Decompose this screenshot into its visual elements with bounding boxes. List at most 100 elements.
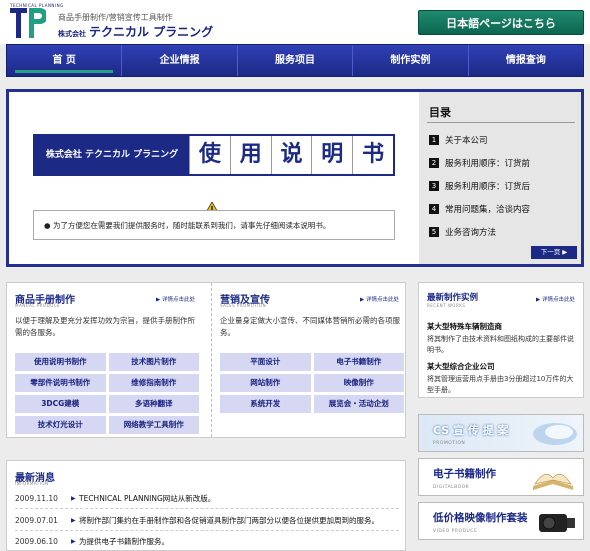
company-logo-icon[interactable] <box>10 8 46 38</box>
service-button-grid: 平面设计 电子书籍制作 网站制作 映像制作 系统开发 展览会・活动企划 <box>220 353 404 413</box>
bullet-icon: ● <box>44 221 53 230</box>
promo-subtitle: PROMOTION <box>433 441 466 446</box>
usage-notice: ● 为了方便您在需要我们提供服务时，随时能联系到我们，请事先仔细阅读本说明书。 <box>33 210 395 240</box>
usage-notice-text: 为了方便您在需要我们提供服务时，随时能联系到我们，请事先仔细阅读本说明书。 <box>52 221 331 230</box>
service-button[interactable]: 维修指南制作 <box>108 374 199 392</box>
toc-number: 3 <box>429 180 439 191</box>
japanese-page-button[interactable]: 日本語ページはこちら <box>418 10 584 35</box>
section-subtitle: RECENT WORKS <box>427 303 466 308</box>
arrow-icon: ▶ <box>71 517 76 524</box>
details-link[interactable]: ▶ 详情点击此处 <box>536 295 575 303</box>
toc-number: 5 <box>429 226 439 237</box>
section-description: 企业量身定做大小宣传、不同媒体营销所必需的各项服务。 <box>220 316 400 337</box>
toc-number: 1 <box>429 134 439 145</box>
toc-label: 业务咨询方法 <box>445 227 497 238</box>
service-button[interactable]: 网络教学工具制作 <box>108 416 199 434</box>
service-button[interactable]: 3DCG建模 <box>15 395 106 413</box>
promo-title: 电子书籍制作 <box>433 468 496 480</box>
manual-title-char: 用 <box>229 136 271 174</box>
section-subtitle: MANUAL PRODUCE <box>15 303 61 308</box>
nav-item-inquiry[interactable]: 情报查询 <box>469 45 583 76</box>
company-name-text: テクニカル プラニング <box>89 25 214 39</box>
manual-title: 使 用 说 明 书 <box>189 136 393 174</box>
arrow-icon: ▶ <box>71 495 76 502</box>
promo-title: CS 宣 传 提 案 <box>433 424 509 437</box>
service-button[interactable]: 使用说明书制作 <box>15 353 106 371</box>
work-title: 某大型特殊车辆制造商 <box>427 322 502 331</box>
work-text: 将其管理运营用点手册由3分册超过10万件的大型手册。 <box>427 375 574 394</box>
toc-number: 4 <box>429 203 439 214</box>
service-button[interactable]: 电子书籍制作 <box>313 353 404 371</box>
service-button[interactable]: 系统开发 <box>220 395 311 413</box>
service-button[interactable]: 展览会・活动企划 <box>313 395 404 413</box>
sales-promotion-section: 营销及宣传 SALES PROMOTION ▶ 详情点击此处 企业量身定做大小宣… <box>211 283 407 437</box>
next-page-button[interactable]: 下一页 ▶ <box>531 246 577 259</box>
digital-book-banner[interactable]: 电子书籍制作 DIGITALBOOK <box>418 458 584 496</box>
service-button[interactable]: 零部件说明书制作 <box>15 374 106 392</box>
recent-works-panel: 最新制作实例 RECENT WORKS ▶ 详情点击此处 某大型特殊车辆制造商 … <box>418 282 584 398</box>
nav-item-company[interactable]: 企业情报 <box>122 45 238 76</box>
work-item[interactable]: 某大型综合企业公司 将其管理运营用点手册由3分册超过10万件的大型手册。 <box>427 361 579 396</box>
news-text: 将制作部门集约在手册制作部和各促销道具制作部门两部分以便各位提供更加周到的服务。 <box>79 516 379 525</box>
service-button[interactable]: 平面设计 <box>220 353 311 371</box>
arrow-icon: ▶ <box>71 537 76 545</box>
manual-title-char: 使 <box>189 136 230 174</box>
section-title: 最新制作实例 <box>427 293 479 303</box>
promo-subtitle: VIDEO PRODUCE <box>433 529 478 534</box>
service-button[interactable]: 多语种翻译 <box>108 395 199 413</box>
site-header: TECHNICAL PLANNING 商品手册制作/营销宣传工具制作 株式会社テ… <box>0 0 590 44</box>
toc-label: 服务利用顺序：订货后 <box>445 181 531 192</box>
toc-list: 1 关于本公司 2 服务利用顺序：订货前 3 服务利用顺序：订货后 4 常用问题集，洽谈… <box>429 128 579 243</box>
service-button-grid: 使用说明书制作 技术图片制作 零部件说明书制作 维修指南制作 3DCG建模 多语… <box>15 353 199 434</box>
manual-title-char: 明 <box>311 136 352 174</box>
toc-label: 服务利用顺序：订货前 <box>445 158 531 169</box>
promo-title: 低价格映像制作套装 <box>433 512 528 524</box>
toc-item[interactable]: 4 常用问题集，洽谈内容 <box>429 197 579 220</box>
services-panel: 商品手册制作 MANUAL PRODUCE ▶ 详情点击此处 以便于理解及更充分… <box>6 282 406 438</box>
work-text: 将其制作了由技术资料和图纸构成的主要部件说明书。 <box>427 335 574 354</box>
toc-item[interactable]: 2 服务利用顺序：订货前 <box>429 151 579 174</box>
details-link[interactable]: ▶ 详情点击此处 <box>360 295 399 303</box>
site-tagline: 商品手册制作/营销宣传工具制作 <box>58 13 173 22</box>
toc-title: 目录 <box>429 106 451 119</box>
service-button[interactable]: 映像制作 <box>313 374 404 392</box>
service-button[interactable]: 技术灯光设计 <box>15 416 106 434</box>
manual-company-label: 株式会社 テクニカル プラニング <box>35 136 189 174</box>
toc-item[interactable]: 3 服务利用顺序：订货后 <box>429 174 579 197</box>
toc-label: 常用问题集，洽谈内容 <box>445 204 531 215</box>
details-link[interactable]: ▶ 详情点击此处 <box>156 295 195 303</box>
toc-divider <box>427 122 575 123</box>
manual-cover: 株式会社 テクニカル プラニング 使 用 说 明 书 ● 为了方便您在需要我们提… <box>9 92 419 264</box>
cs-graphic-icon <box>533 423 577 445</box>
news-panel: 最新消息 INFORMATION 2009.11.10 ▶ TECHNICAL … <box>6 460 406 551</box>
news-date: 2009.07.01 <box>15 516 58 525</box>
service-button[interactable]: 网站制作 <box>220 374 311 392</box>
section-subtitle: SALES PROMOTION <box>220 303 267 308</box>
hero-panel: 株式会社 テクニカル プラニング 使 用 说 明 书 ● 为了方便您在需要我们提… <box>6 89 584 267</box>
company-prefix: 株式会社 <box>58 30 86 38</box>
company-name[interactable]: 株式会社 テクニカル プラニング <box>58 23 213 40</box>
toc-item[interactable]: 1 关于本公司 <box>429 128 579 151</box>
nav-item-home[interactable]: 首 页 <box>7 45 123 76</box>
news-item[interactable]: 2009.11.10 ▶ TECHNICAL PLANNING网站从新改版。 <box>15 489 399 509</box>
promo-subtitle: DIGITALBOOK <box>433 485 470 490</box>
toc-item[interactable]: 5 业务咨询方法 <box>429 220 579 243</box>
table-of-contents: 目录 1 关于本公司 2 服务利用顺序：订货前 3 服务利用顺序：订货后 4 常用问题集… <box>419 92 581 264</box>
news-date: 2009.06.10 <box>15 536 58 546</box>
work-title: 某大型综合企业公司 <box>427 362 495 371</box>
service-button[interactable]: 技术图片制作 <box>108 353 199 371</box>
cs-promotion-banner[interactable]: CS 宣 传 提 案 PROMOTION <box>418 414 584 452</box>
work-item[interactable]: 某大型特殊车辆制造商 将其制作了由技术资料和图纸构成的主要部件说明书。 <box>427 321 579 356</box>
book-icon <box>533 473 573 490</box>
news-item[interactable]: 2009.06.10 ▶ 为提供电子书籍制作服务。 <box>15 531 399 551</box>
nav-item-works[interactable]: 制作实例 <box>353 45 469 76</box>
section-subtitle: INFORMATION <box>15 481 49 486</box>
section-description: 以便于理解及更充分发挥功效为宗旨，提供手册制作所需的各服务。 <box>15 316 195 337</box>
toc-label: 关于本公司 <box>445 135 488 146</box>
news-text: 为提供电子书籍制作服务。 <box>79 536 169 546</box>
manual-banner: 株式会社 テクニカル プラニング 使 用 说 明 书 <box>33 134 395 176</box>
video-produce-banner[interactable]: 低价格映像制作套装 VIDEO PRODUCE <box>418 502 584 540</box>
nav-item-services[interactable]: 服务项目 <box>238 45 354 76</box>
manual-produce-section: 商品手册制作 MANUAL PRODUCE ▶ 详情点击此处 以便于理解及更充分… <box>7 283 203 437</box>
news-item[interactable]: 2009.07.01 ▶ 将制作部门集约在手册制作部和各促销道具制作部门两部分以… <box>15 511 399 531</box>
